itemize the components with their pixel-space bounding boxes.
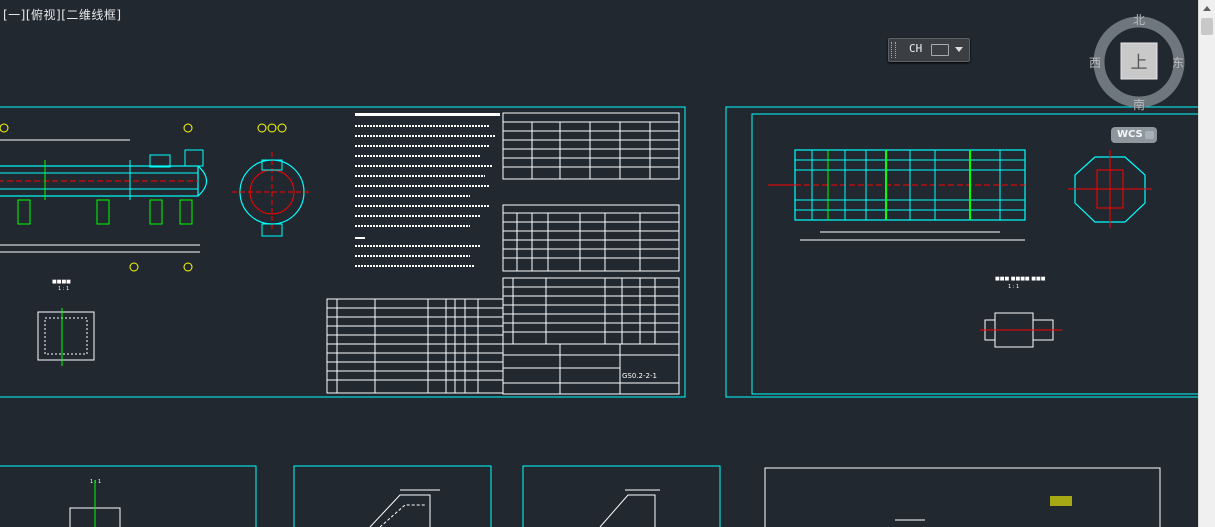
- ime-drag-handle[interactable]: [891, 42, 896, 58]
- bottom-detail-scale: 1 : 1: [90, 479, 101, 485]
- design-data-table: [502, 112, 680, 180]
- viewport-controls-label[interactable]: [一][俯视][二维线框]: [3, 6, 122, 23]
- drawing-number: GS0.2-2-1: [622, 372, 657, 380]
- scroll-up-icon[interactable]: [1199, 0, 1215, 17]
- drawing-canvas[interactable]: ■■■■ 1 : 1 GS0.2-2-1 ■■■ ■■■■ ■■■ 1: 1 …: [0, 0, 1198, 527]
- sheet1-title-block: [502, 343, 680, 395]
- sheet6-frame: [764, 467, 1161, 527]
- sheet5-frame: [522, 465, 721, 527]
- compass-south-label[interactable]: 南: [1133, 97, 1145, 112]
- keyboard-icon[interactable]: [931, 44, 949, 56]
- compass-west-label[interactable]: 西: [1089, 56, 1101, 70]
- detail-title: ■■■■: [52, 279, 71, 285]
- cad-drawing[interactable]: ■■■■ 1 : 1 GS0.2-2-1 ■■■ ■■■■ ■■■ 1: 1 …: [0, 0, 1198, 527]
- wcs-menu-button[interactable]: WCS: [1111, 127, 1157, 143]
- sheet2-inner-frame: [751, 113, 1198, 395]
- ime-language-text[interactable]: CH: [909, 42, 922, 55]
- technical-notes: [355, 113, 500, 267]
- parts-list-right: [502, 277, 680, 345]
- sheet2-end-view: [1068, 150, 1152, 228]
- viewcube-face-label[interactable]: 上: [1131, 53, 1148, 73]
- svg-text:■■■ ■■■■ ■■■: ■■■ ■■■■ ■■■: [995, 276, 1046, 282]
- sheet1-side-view: [232, 123, 312, 237]
- viewcube[interactable]: 上 北 南 东 西: [1088, 10, 1190, 118]
- sheet1-detail: ■■■■ 1 : 1: [37, 279, 95, 366]
- sheet2-tube-bundle: [768, 149, 1026, 241]
- compass-east-label[interactable]: 东: [1172, 56, 1184, 70]
- bottom-details: 1 : 1: [69, 479, 1072, 527]
- vertical-scrollbar[interactable]: [1198, 0, 1215, 527]
- ime-language-bar[interactable]: CH: [888, 38, 970, 62]
- nozzle-table: [502, 204, 680, 272]
- sheet1-main-view: [0, 123, 208, 272]
- sheet4-frame: [293, 465, 492, 527]
- scroll-thumb[interactable]: [1201, 18, 1213, 35]
- wcs-label: WCS: [1117, 129, 1143, 140]
- sheet2-detail: ■■■ ■■■■ ■■■ 1 : 1: [980, 276, 1062, 348]
- wcs-dropdown-icon: [1145, 131, 1154, 139]
- chevron-down-icon[interactable]: [955, 47, 963, 52]
- detail-scale: 1 : 1: [58, 286, 69, 292]
- compass-north-label[interactable]: 北: [1133, 13, 1145, 27]
- sheet2-detail-scale: 1 : 1: [1008, 284, 1019, 290]
- sheet3-frame: [0, 465, 257, 527]
- parts-list-left: [326, 298, 504, 394]
